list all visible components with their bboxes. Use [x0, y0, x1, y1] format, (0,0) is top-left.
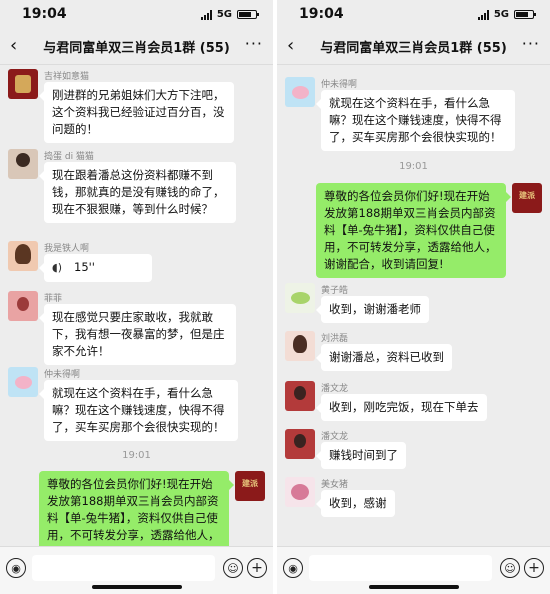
emoji-icon[interactable]: ☺ — [223, 558, 243, 578]
home-indicator — [91, 585, 182, 589]
sender-name: 美女猪 — [321, 480, 349, 490]
input-bar: ◉ ☺ + — [277, 546, 550, 594]
message-item: 潘文龙 赚钱时间到了 — [277, 429, 550, 471]
chat-screen-left: 19:04 5G ‹ 与君同富单双三肖会员1群 (55) ··· 吉祥如意猫 刚… — [0, 0, 273, 594]
voice-input-icon[interactable]: ◉ — [283, 558, 303, 578]
home-indicator — [368, 585, 459, 589]
timestamp: 19:01 — [399, 161, 428, 172]
avatar[interactable] — [285, 429, 315, 459]
status-icons: 5G — [477, 9, 536, 20]
avatar[interactable] — [8, 241, 38, 271]
signal-icon — [477, 9, 489, 20]
message-item: 黄子皓 收到，谢谢潘老师 — [277, 283, 550, 325]
sender-name: 潘文龙 — [321, 384, 349, 394]
message-bubble[interactable]: 收到，刚吃完饭，现在下单去 — [316, 394, 487, 421]
sender-name: 黄子皓 — [321, 286, 349, 296]
sender-name: 仲未得啊 — [44, 370, 81, 380]
message-bubble[interactable]: 尊敬的各位会员你们好!现在开始发放第188期单双三肖会员内部资料【单-兔牛猪】，… — [316, 183, 511, 278]
message-item: 菲菲 现在感觉只要庄家敢收，我就敢下，我有想一夜暴富的梦，但是庄家不允许！ — [0, 291, 273, 365]
back-chevron-icon[interactable]: ‹ — [10, 37, 22, 55]
message-input[interactable] — [32, 555, 215, 581]
more-dots-icon[interactable]: ··· — [522, 36, 540, 52]
sender-name: 吉祥如意猫 — [44, 72, 90, 82]
avatar[interactable] — [8, 69, 38, 99]
message-item-outgoing: 尊敬的各位会员你们好!现在开始发放第188期单双三肖会员内部资料【单-兔牛猪】，… — [277, 183, 550, 278]
message-bubble[interactable]: 现在感觉只要庄家敢收，我就敢下，我有想一夜暴富的梦，但是庄家不允许！ — [39, 304, 236, 365]
voice-input-icon[interactable]: ◉ — [6, 558, 26, 578]
message-bubble[interactable]: 收到，感谢 — [316, 490, 395, 517]
status-icons: 5G — [200, 9, 259, 20]
avatar[interactable] — [8, 149, 38, 179]
message-bubble[interactable]: 收到，谢谢潘老师 — [316, 296, 429, 323]
avatar[interactable] — [235, 471, 265, 501]
network-label: 5G — [216, 9, 232, 20]
avatar[interactable] — [285, 331, 315, 361]
message-item: 吉祥如意猫 刚进群的兄弟姐妹们大方下注吧，这个资料我已经验证过百分百，没问题的！ — [0, 69, 273, 143]
message-item: 刘洪磊 谢谢潘总，资料已收到 — [277, 331, 550, 373]
avatar[interactable] — [285, 381, 315, 411]
message-item: 捣蛋 di 猫猫 现在跟着潘总这份资料都赚不到钱，那就真的是没有赚钱的命了，现在… — [0, 149, 273, 229]
avatar[interactable] — [285, 283, 315, 313]
plus-icon[interactable]: + — [247, 558, 267, 578]
avatar[interactable] — [285, 477, 315, 507]
message-bubble[interactable]: 就现在这个资料在手，看什么急嘛？现在这个赚钱速度，快得不得了，买车买房那个会很快… — [316, 90, 515, 151]
message-bubble[interactable]: 赚钱时间到了 — [316, 442, 406, 469]
message-item: 我是铁人啊 ◖) 15'' — [0, 241, 273, 285]
status-bar: 19:04 5G — [0, 0, 273, 28]
voice-duration: 15'' — [74, 260, 95, 274]
status-time: 19:04 — [299, 6, 344, 22]
voice-wave-icon: ◖) — [52, 261, 63, 274]
chat-title: 与君同富单双三肖会员1群 (55) — [43, 41, 230, 56]
sender-name: 潘文龙 — [321, 432, 349, 442]
message-bubble[interactable]: 就现在这个资料在手，看什么急嘛？现在这个赚钱速度，快得不得了，买车买房那个会很快… — [39, 380, 238, 441]
sender-name: 我是铁人啊 — [44, 244, 90, 254]
chat-screen-right: 19:04 5G ‹ 与君同富单双三肖会员1群 (55) ··· 仲未得啊 就现… — [277, 0, 550, 594]
nav-bar: ‹ 与君同富单双三肖会员1群 (55) ··· — [277, 28, 550, 65]
message-bubble[interactable]: 刚进群的兄弟姐妹们大方下注吧，这个资料我已经验证过百分百，没问题的！ — [39, 82, 234, 143]
network-label: 5G — [493, 9, 509, 20]
input-bar: ◉ ☺ + — [0, 546, 273, 594]
message-input[interactable] — [309, 555, 492, 581]
message-item: 美女猪 收到，感谢 — [277, 477, 550, 519]
message-item: 潘文龙 收到，刚吃完饭，现在下单去 — [277, 381, 550, 423]
battery-icon — [514, 10, 536, 19]
status-time: 19:04 — [22, 6, 67, 22]
back-chevron-icon[interactable]: ‹ — [287, 37, 299, 55]
avatar[interactable] — [8, 291, 38, 321]
chat-title: 与君同富单双三肖会员1群 (55) — [320, 41, 507, 56]
sender-name: 仲未得啊 — [321, 80, 358, 90]
timestamp: 19:01 — [122, 450, 151, 461]
message-item: 仲未得啊 就现在这个资料在手，看什么急嘛？现在这个赚钱速度，快得不得了，买车买房… — [0, 367, 273, 441]
status-bar: 19:04 5G — [277, 0, 550, 28]
sender-name: 刘洪磊 — [321, 334, 349, 344]
signal-icon — [200, 9, 212, 20]
sender-name: 捣蛋 di 猫猫 — [44, 152, 94, 162]
voice-message-bubble[interactable]: ◖) 15'' — [39, 254, 152, 282]
avatar[interactable] — [8, 367, 38, 397]
message-item: 仲未得啊 就现在这个资料在手，看什么急嘛？现在这个赚钱速度，快得不得了，买车买房… — [277, 77, 550, 153]
sender-name: 菲菲 — [44, 294, 63, 304]
more-dots-icon[interactable]: ··· — [245, 36, 263, 52]
message-list[interactable]: 吉祥如意猫 刚进群的兄弟姐妹们大方下注吧，这个资料我已经验证过百分百，没问题的！… — [0, 65, 273, 566]
battery-icon — [237, 10, 259, 19]
plus-icon[interactable]: + — [524, 558, 544, 578]
nav-bar: ‹ 与君同富单双三肖会员1群 (55) ··· — [0, 28, 273, 65]
avatar[interactable] — [512, 183, 542, 213]
avatar[interactable] — [285, 77, 315, 107]
message-bubble[interactable]: 谢谢潘总，资料已收到 — [316, 344, 452, 371]
message-bubble[interactable]: 现在跟着潘总这份资料都赚不到钱，那就真的是没有赚钱的命了，现在不狠狠赚，等到什么… — [39, 162, 236, 223]
emoji-icon[interactable]: ☺ — [500, 558, 520, 578]
message-list[interactable]: 仲未得啊 就现在这个资料在手，看什么急嘛？现在这个赚钱速度，快得不得了，买车买房… — [277, 65, 550, 546]
